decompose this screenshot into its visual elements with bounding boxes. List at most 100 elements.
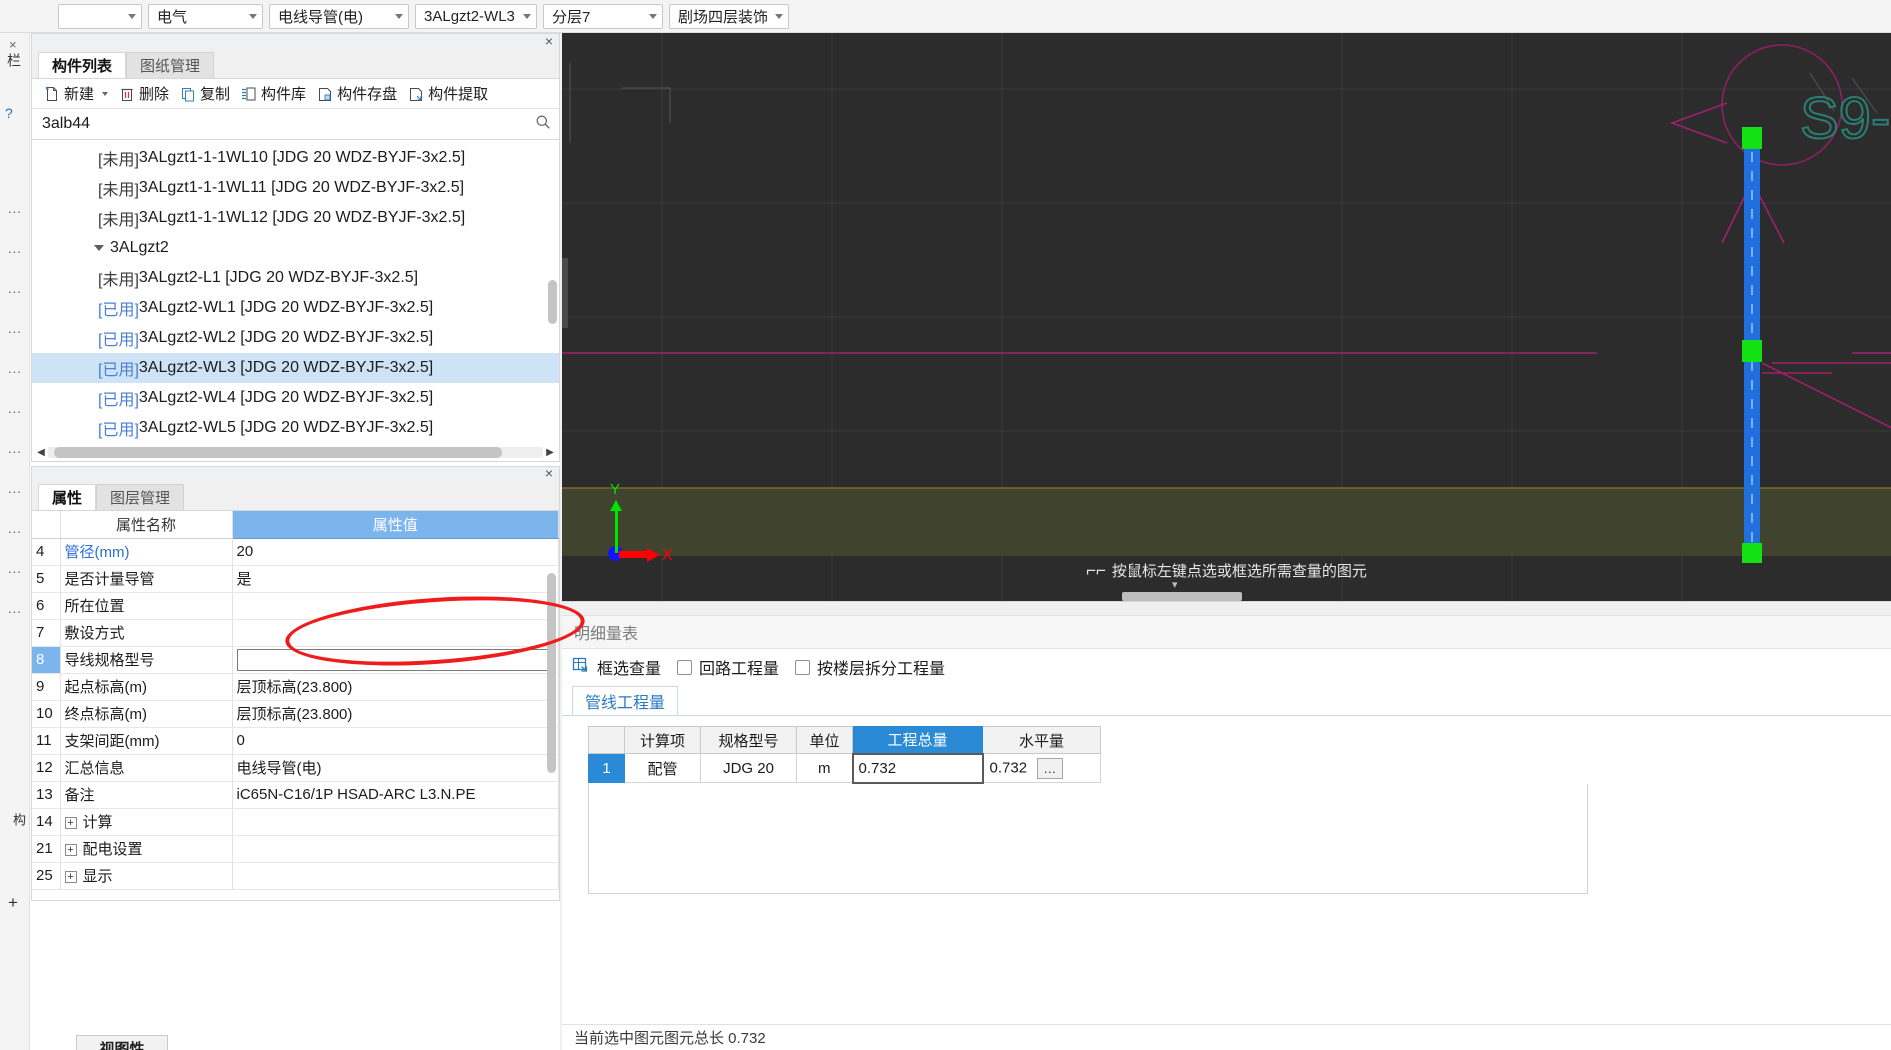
property-value-cell[interactable]: 20 [232,538,559,566]
property-grid[interactable]: 属性名称 属性值 4 管径(mm) 20 5 是否计量导管是 6 所在位置 7 敷设方式 8 导线规… [31,511,560,901]
property-row[interactable]: 8 导线规格型号 [32,646,559,674]
checkbox-icon[interactable] [677,659,693,675]
rail-dots[interactable]: ... [8,201,22,216]
tree-item[interactable]: [未用] 3ALgzt1-1-1WL12 [JDG 20 WDZ-BYJF-3x… [32,203,559,233]
property-row[interactable]: 5 是否计量导管 是 [32,565,559,593]
tree-item[interactable]: [已用] 3ALgzt2-WL4 [JDG 20 WDZ-BYJF-3x2.5] [32,383,559,413]
property-value-cell[interactable]: 层顶标高(23.800) [232,700,559,728]
component-library-button[interactable]: 构件库 [237,82,310,106]
tree-item[interactable]: 3ALgzt2 [32,233,559,263]
property-row[interactable]: 6 所在位置 [32,592,559,620]
property-value-cell[interactable]: 是 [232,565,559,593]
rail-bottom-label[interactable]: 构 [2,813,28,826]
tree-item[interactable]: [已用] 3ALgzt2-WL5 [JDG 20 WDZ-BYJF-3x2.5] [32,413,559,443]
frame-select-quantity-button[interactable]: 框选查量 [572,655,661,679]
rail-dots[interactable]: ... [8,241,22,256]
property-value-input[interactable] [236,648,554,671]
tab-drawing-management[interactable]: 图纸管理 [126,52,215,78]
tree-item[interactable]: [已用] 3ALgzt2-WL3 [JDG 20 WDZ-BYJF-3x2.5] [32,353,559,383]
combo-discipline[interactable]: 电气 [148,3,263,29]
component-tree[interactable]: [未用] 3ALgzt1-1-1WL10 [JDG 20 WDZ-BYJF-3x… [31,140,560,444]
property-row[interactable]: 9 起点标高(m) 层顶标高(23.800) [32,673,559,701]
rail-close-icon[interactable]: × [9,37,17,52]
rail-dots-active[interactable]: ... [8,361,22,376]
property-value-cell[interactable]: 0 [232,727,559,755]
collapse-icon[interactable]: ▾ [1172,578,1178,591]
property-grid-scrollbar[interactable] [547,573,556,773]
table-row[interactable]: 1 配管 JDG 20 m 0.732 0.732 … [588,752,1101,784]
split-by-floor-checkbox[interactable]: 按楼层拆分工程量 [795,655,945,679]
help-icon[interactable]: ? [5,105,13,121]
rail-dots[interactable]: ... [8,321,22,336]
property-value-cell[interactable]: 层顶标高(23.800) [232,673,559,701]
hscroll-thumb[interactable] [54,447,502,458]
cell-unit[interactable]: m [796,753,853,783]
delete-component-button[interactable]: 删除 [115,82,173,106]
loop-quantity-checkbox[interactable]: 回路工程量 [677,655,779,679]
tree-item[interactable]: [已用] 3ALgzt2-WL1 [JDG 20 WDZ-BYJF-3x2.5] [32,293,559,323]
property-row[interactable]: 7 敷设方式 [32,619,559,647]
rail-dots[interactable]: ... [8,481,22,496]
tree-item[interactable]: [未用] 3ALgzt1-1-1WL10 [JDG 20 WDZ-BYJF-3x… [32,143,559,173]
property-row[interactable]: 13 备注 iC65N-C16/1P HSAD-ARC L3.N.PE [32,781,559,809]
canvas-left-handle[interactable] [562,258,568,328]
expand-plus-icon[interactable]: + [64,844,77,857]
combo-layer[interactable]: 分层7 [543,3,663,29]
extract-component-button[interactable]: 构件提取 [404,82,492,106]
more-options-button[interactable]: … [1037,757,1064,779]
tree-vertical-scrollbar[interactable] [548,280,557,324]
copy-component-button[interactable]: 复制 [176,82,234,106]
close-icon[interactable]: × [545,34,553,49]
property-row[interactable]: 25 + 显示 [32,862,559,890]
rail-dots[interactable]: ... [8,561,22,576]
property-value-cell[interactable] [232,862,559,890]
scroll-left-icon[interactable]: ◀ [34,447,48,458]
tree-item[interactable]: [已用] 3ALgzt2-WL2 [JDG 20 WDZ-BYJF-3x2.5] [32,323,559,353]
cell-calc-item[interactable]: 配管 [624,753,701,783]
tree-item[interactable]: [未用] 3ALgzt1-1-1WL11 [JDG 20 WDZ-BYJF-3x… [32,173,559,203]
search-input[interactable] [40,114,535,134]
property-value-cell[interactable] [232,592,559,620]
quantity-table[interactable]: 计算项 规格型号 单位 工程总量 水平量 1 配管 JDG 20 m 0.732 [588,726,1101,784]
hscroll-track[interactable] [48,447,543,458]
tree-horizontal-scrollbar[interactable]: ◀ ▶ [31,444,560,462]
cell-total-quantity[interactable]: 0.732 [851,752,984,784]
chevron-down-icon[interactable] [102,91,109,96]
new-component-button[interactable]: 新建 [40,82,98,106]
property-row[interactable]: 12 汇总信息 电线导管(电) [32,754,559,782]
rail-dots[interactable]: ... [8,401,22,416]
property-value-cell[interactable] [232,808,559,836]
expand-collapse-icon[interactable] [94,245,104,251]
cell-model[interactable]: JDG 20 [700,753,797,783]
property-row[interactable]: 14 + 计算 [32,808,559,836]
property-value-cell[interactable]: iC65N-C16/1P HSAD-ARC L3.N.PE [232,781,559,809]
property-row[interactable]: 10 终点标高(m) 层顶标高(23.800) [32,700,559,728]
search-icon[interactable] [535,114,551,134]
rail-add-icon[interactable]: + [8,893,18,913]
save-component-button[interactable]: 构件存盘 [313,82,401,106]
tab-properties[interactable]: 属性 [38,484,97,510]
close-icon[interactable]: × [545,466,553,481]
rail-dots[interactable]: ... [8,441,22,456]
combo-drawing[interactable]: 剧场四层装饰照 [669,3,789,29]
expand-plus-icon[interactable]: + [64,817,77,830]
canvas-scroll-thumb[interactable] [1122,592,1242,601]
rail-dots[interactable]: ... [8,521,22,536]
property-value-cell[interactable]: 电线导管(电) [232,754,559,782]
property-value-cell[interactable] [232,619,559,647]
checkbox-icon[interactable] [795,659,811,675]
cell-horizontal-quantity[interactable]: 0.732 … [982,753,1101,783]
combo-blank[interactable] [58,3,142,29]
property-row[interactable]: 11 支架间距(mm) 0 [32,727,559,755]
property-value-cell[interactable] [232,646,559,674]
combo-category[interactable]: 电线导管(电) [269,3,409,29]
combo-loop[interactable]: 3ALgzt2-WL3 [415,3,537,29]
property-row[interactable]: 4 管径(mm) 20 [32,538,559,566]
tree-item[interactable]: [未用] 3ALgzt2-L1 [JDG 20 WDZ-BYJF-3x2.5] [32,263,559,293]
tab-pipeline-quantity[interactable]: 管线工程量 [572,686,679,715]
rail-dots[interactable]: ... [8,281,22,296]
tab-component-list[interactable]: 构件列表 [38,52,127,78]
expand-plus-icon[interactable]: + [64,871,77,884]
tab-layer-management[interactable]: 图层管理 [96,484,185,510]
property-value-cell[interactable] [232,835,559,863]
